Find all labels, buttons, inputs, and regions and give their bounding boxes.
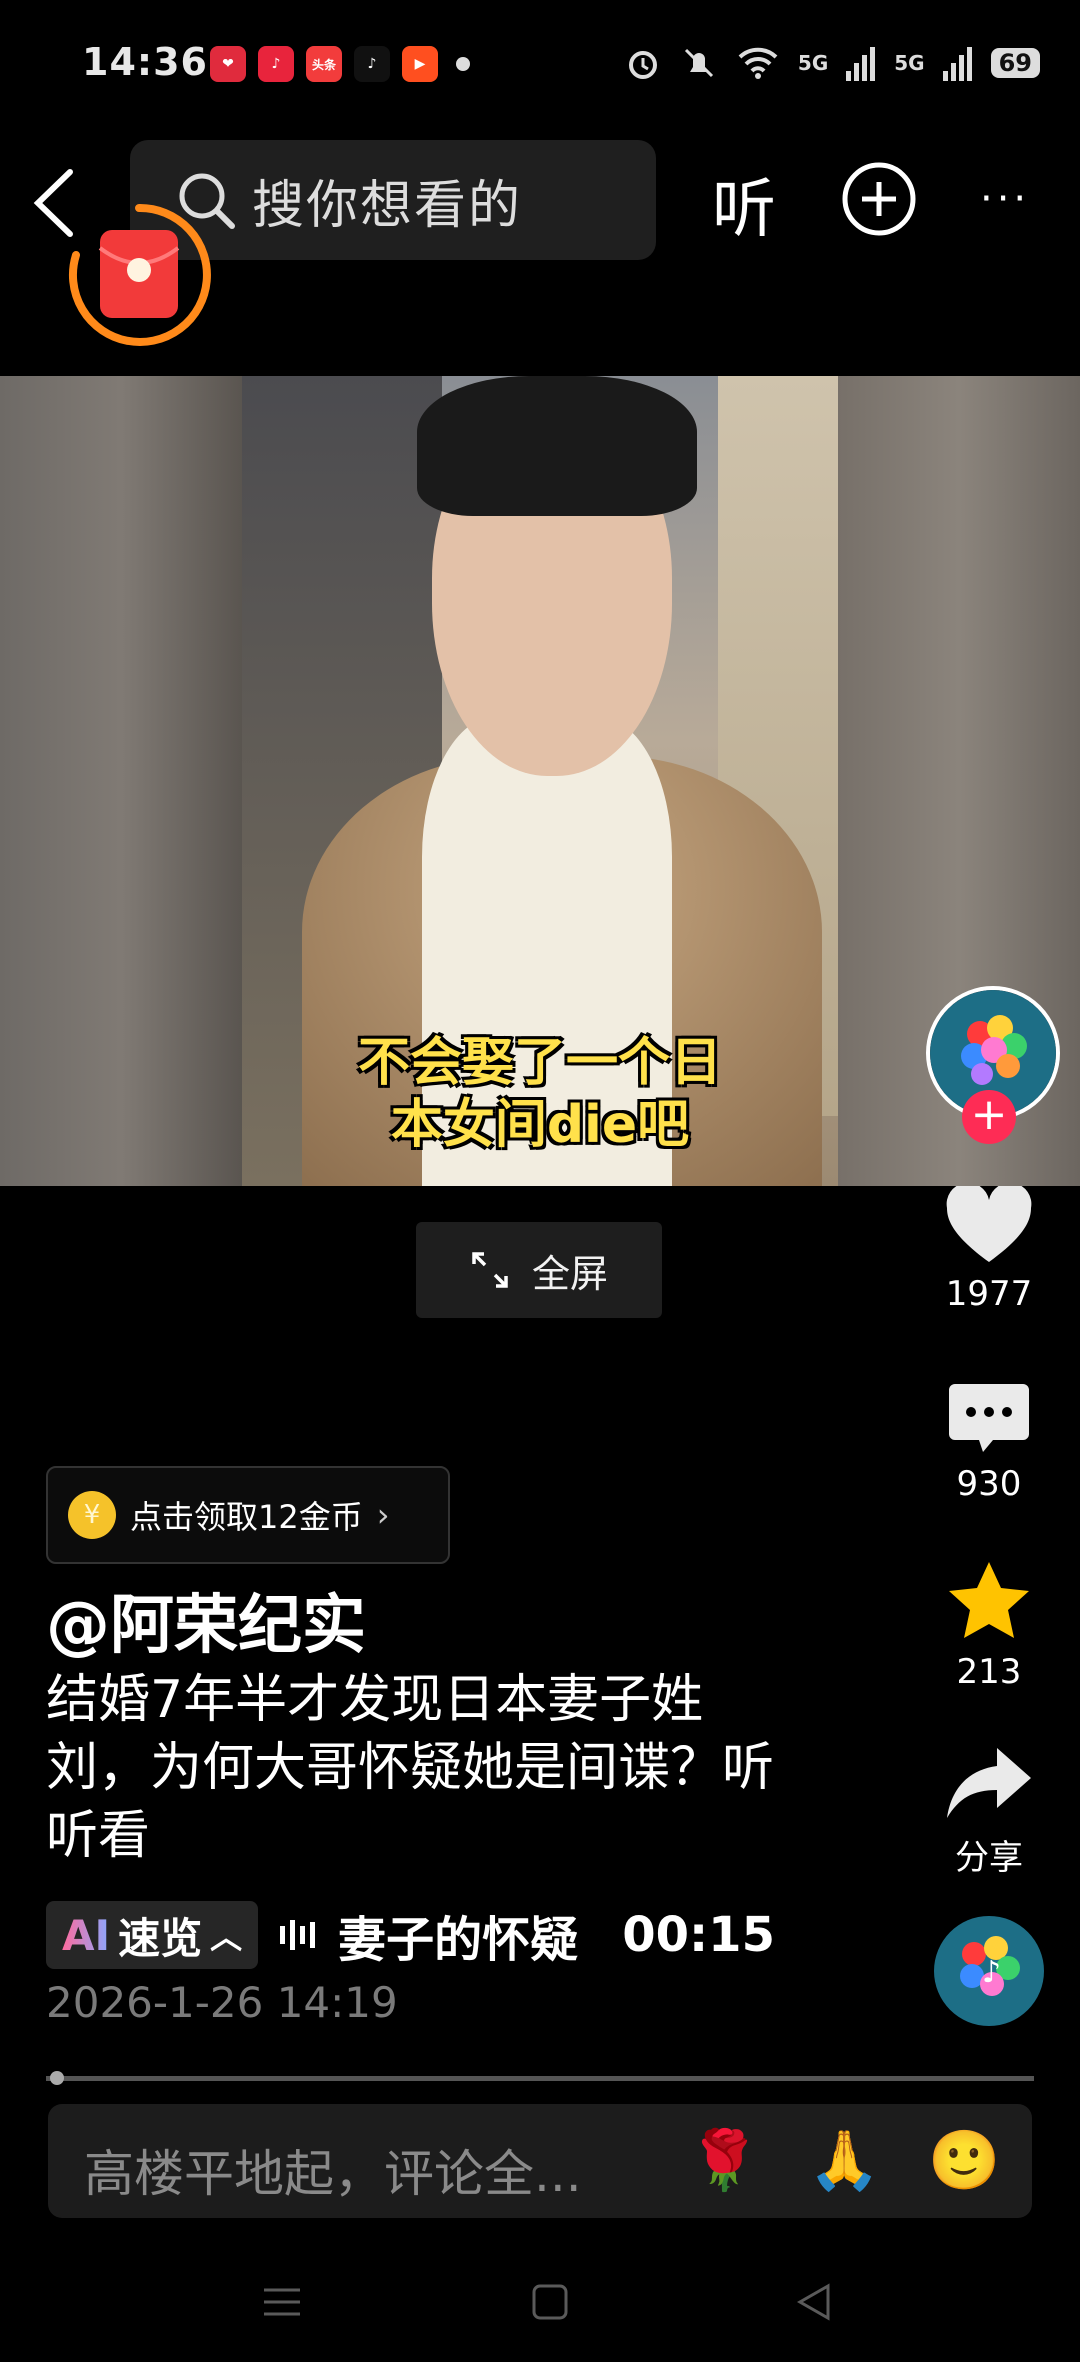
expand-icon bbox=[472, 1252, 508, 1288]
chapter-time: 00:15 bbox=[622, 1907, 775, 1963]
video-subtitle: 不会娶了一个日 本女间die吧 bbox=[242, 1032, 838, 1156]
favorite-count: 213 bbox=[956, 1652, 1022, 1692]
battery-indicator: 69 bbox=[990, 48, 1040, 78]
system-navigation-bar bbox=[0, 2250, 1080, 2362]
coin-icon: ¥ bbox=[68, 1491, 116, 1539]
like-count: 1977 bbox=[945, 1274, 1033, 1314]
chevron-up-icon: ︿ bbox=[210, 1918, 243, 1956]
video-progress-bar[interactable] bbox=[46, 2076, 1034, 2081]
fullscreen-button[interactable]: 全屏 bbox=[416, 1222, 662, 1318]
video-app-icon: ▶ bbox=[402, 46, 438, 82]
red-packet-reward-icon[interactable] bbox=[64, 200, 214, 350]
signal-icon-2 bbox=[942, 47, 972, 81]
video-frame: 不会娶了一个日 本女间die吧 bbox=[242, 376, 838, 1186]
smile-emoji-button[interactable]: 🙂 bbox=[928, 2126, 1000, 2195]
ai-quick-view-label: 速览 bbox=[118, 1913, 203, 1963]
network-5g-label-2: 5G bbox=[894, 51, 925, 75]
music-disc-icon: ♪ bbox=[960, 1936, 1020, 1996]
person-hair bbox=[417, 376, 697, 516]
status-time: 14:36 bbox=[82, 40, 208, 84]
mute-icon bbox=[684, 48, 713, 78]
share-label: 分享 bbox=[955, 1838, 1023, 1878]
back-nav-icon[interactable] bbox=[794, 2282, 834, 2322]
comment-button[interactable]: 930 bbox=[924, 1382, 1054, 1504]
video-description[interactable]: 结婚7年半才发现日本妻子姓刘，为何大哥怀疑她是间谍？听听看 bbox=[46, 1666, 806, 1870]
share-icon bbox=[947, 1748, 1031, 1818]
star-icon bbox=[949, 1562, 1029, 1638]
subtitle-line-2: 本女间die吧 bbox=[390, 1095, 690, 1155]
search-placeholder: 搜你想看的 bbox=[252, 175, 523, 236]
music-app-icon: ♪ bbox=[258, 46, 294, 82]
comment-placeholder: 高楼平地起，评论全... bbox=[84, 2145, 582, 2203]
menu-nav-icon[interactable] bbox=[262, 2282, 302, 2322]
chevron-right-icon: › bbox=[376, 1496, 390, 1534]
alarm-icon bbox=[628, 51, 657, 79]
claim-coins-banner[interactable]: ¥ 点击领取12金币 › bbox=[46, 1466, 450, 1564]
audio-wave-icon bbox=[280, 1920, 316, 1950]
progress-handle[interactable] bbox=[50, 2071, 64, 2085]
like-button[interactable]: 1977 bbox=[924, 1182, 1054, 1314]
rose-emoji-button[interactable]: 🌹 bbox=[688, 2126, 760, 2195]
chapter-title: 妻子的怀疑 bbox=[338, 1912, 579, 1968]
heart-app-icon: ❤ bbox=[210, 46, 246, 82]
video-player[interactable]: 不会娶了一个日 本女间die吧 bbox=[0, 376, 1080, 1186]
notification-app-icons: ❤ ♪ 头条 ♪ ▶ bbox=[210, 46, 470, 82]
share-button[interactable]: 分享 bbox=[924, 1746, 1054, 1879]
svg-text:♪: ♪ bbox=[982, 1955, 1001, 1990]
add-icon[interactable] bbox=[840, 160, 918, 238]
network-5g-label: 5G bbox=[797, 51, 829, 75]
more-options-icon[interactable]: ··· bbox=[980, 176, 1030, 222]
comment-icon bbox=[949, 1384, 1029, 1452]
ai-prefix: AI bbox=[62, 1910, 111, 1960]
signal-icon bbox=[846, 47, 876, 81]
fullscreen-label: 全屏 bbox=[531, 1251, 608, 1296]
video-blur-background-left bbox=[0, 376, 242, 1186]
heart-icon bbox=[946, 1182, 1032, 1262]
pray-emoji-button[interactable]: 🙏 bbox=[808, 2126, 880, 2195]
subtitle-line-1: 不会娶了一个日 bbox=[357, 1033, 722, 1093]
claim-coins-label: 点击领取12金币 bbox=[130, 1498, 363, 1536]
ai-summary-row[interactable]: AI 速览 ︿ 妻子的怀疑 00:15 bbox=[46, 1900, 775, 1970]
tiktok-app-icon: ♪ bbox=[354, 46, 390, 82]
listen-button[interactable]: 听 bbox=[712, 158, 776, 250]
author-name[interactable]: @阿荣纪实 bbox=[46, 1574, 366, 1666]
wifi-icon bbox=[738, 47, 778, 79]
system-status-icons: 5G 5G 69 bbox=[624, 44, 1040, 82]
toutiao-app-icon: 头条 bbox=[306, 46, 342, 82]
publish-date: 2026-1-26 14:19 bbox=[46, 1978, 398, 2027]
comment-input-bar[interactable]: 高楼平地起，评论全... 🌹 🙏 🙂 bbox=[48, 2104, 1032, 2218]
follow-plus-button[interactable]: + bbox=[962, 1090, 1016, 1144]
music-disc-button[interactable]: ♪ bbox=[934, 1916, 1044, 2026]
comment-count: 930 bbox=[956, 1464, 1022, 1504]
home-nav-icon[interactable] bbox=[530, 2282, 570, 2322]
ai-quick-view-chip[interactable]: AI 速览 ︿ bbox=[46, 1901, 259, 1969]
favorite-button[interactable]: 213 bbox=[924, 1560, 1054, 1692]
more-notifications-dot bbox=[456, 57, 470, 71]
